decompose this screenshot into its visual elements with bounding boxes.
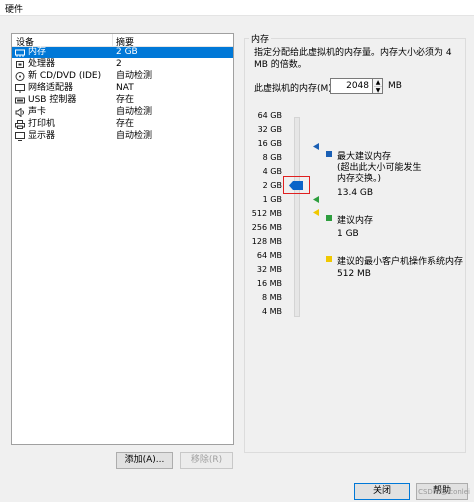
scale-label: 64 MB bbox=[256, 251, 282, 260]
scale-label: 4 GB bbox=[262, 167, 282, 176]
scale-label: 32 MB bbox=[256, 265, 282, 274]
max-legend-swatch bbox=[326, 151, 332, 157]
device-summary: 存在 bbox=[116, 95, 135, 105]
device-name: 内存 bbox=[28, 47, 47, 57]
remove-button[interactable]: 移除(R) bbox=[180, 452, 233, 469]
device-name: 处理器 bbox=[28, 59, 56, 69]
scale-label: 64 GB bbox=[257, 111, 282, 120]
device-row-usb[interactable]: USB 控制器 存在 bbox=[12, 95, 233, 106]
device-row-cpu[interactable]: 处理器 2 bbox=[12, 59, 233, 70]
printer-icon bbox=[15, 120, 25, 129]
device-name: 打印机 bbox=[28, 119, 56, 129]
usb-icon bbox=[15, 96, 25, 105]
recommended-legend-swatch bbox=[326, 215, 332, 221]
min-legend-swatch bbox=[326, 256, 332, 262]
highlight-box bbox=[283, 176, 310, 194]
max-legend-title: 最大建议内存 bbox=[337, 152, 392, 162]
memory-input[interactable]: 2048 bbox=[330, 78, 373, 94]
column-divider bbox=[112, 34, 113, 47]
device-name: 网络适配器 bbox=[28, 83, 74, 93]
device-summary: 自动检测 bbox=[116, 131, 153, 141]
device-row-sound[interactable]: 声卡 自动检测 bbox=[12, 107, 233, 118]
scale-label: 8 GB bbox=[262, 153, 282, 162]
memory-icon bbox=[15, 48, 25, 57]
scale-label: 128 MB bbox=[251, 237, 282, 246]
watermark: CSDN @iconlei bbox=[418, 488, 470, 496]
device-row-display[interactable]: 显示器 自动检测 bbox=[12, 131, 233, 142]
memory-unit: MB bbox=[388, 81, 402, 91]
memory-group-title: 内存 bbox=[249, 32, 272, 45]
device-summary: 存在 bbox=[116, 119, 135, 129]
scale-label: 1 GB bbox=[262, 195, 282, 204]
memory-field-label: 此虚拟机的内存(M): bbox=[254, 84, 335, 94]
device-name: USB 控制器 bbox=[28, 95, 77, 105]
scale-label: 2 GB bbox=[262, 181, 282, 190]
device-list-header: 设备 摘要 bbox=[12, 34, 233, 48]
min-legend-value: 512 MB bbox=[337, 269, 371, 279]
recommended-legend-value: 1 GB bbox=[337, 229, 359, 239]
memory-slider-track[interactable] bbox=[294, 117, 300, 317]
device-row-cd-dvd[interactable]: 新 CD/DVD (IDE) 自动检测 bbox=[12, 71, 233, 82]
min-legend-title: 建议的最小客户机操作系统内存 bbox=[337, 257, 464, 267]
scale-label: 256 MB bbox=[251, 223, 282, 232]
device-summary: 自动检测 bbox=[116, 107, 153, 117]
device-summary: NAT bbox=[116, 83, 134, 93]
device-summary: 自动检测 bbox=[116, 71, 153, 81]
scale-label: 4 MB bbox=[261, 307, 282, 316]
device-row-network[interactable]: 网络适配器 NAT bbox=[12, 83, 233, 94]
device-list[interactable]: 设备 摘要 内存 2 GB 处理器 2 新 CD/DVD (IDE) 自动检测 … bbox=[11, 33, 234, 445]
scale-label: 16 GB bbox=[257, 139, 282, 148]
spinner-down-icon[interactable]: ▼ bbox=[374, 86, 382, 94]
device-row-printer[interactable]: 打印机 存在 bbox=[12, 119, 233, 130]
max-legend-value: 13.4 GB bbox=[337, 188, 374, 198]
sound-icon bbox=[15, 107, 25, 118]
scale-label: 512 MB bbox=[251, 209, 282, 218]
recommended-legend-title: 建议内存 bbox=[337, 216, 374, 226]
scale-label: 8 MB bbox=[261, 293, 282, 302]
network-icon bbox=[15, 84, 25, 93]
cd-dvd-icon bbox=[15, 72, 25, 81]
device-summary: 2 GB bbox=[116, 47, 138, 57]
device-name: 新 CD/DVD (IDE) bbox=[28, 71, 102, 81]
max-legend-note: (超出此大小可能发生内存交换。) bbox=[337, 163, 422, 184]
device-name: 声卡 bbox=[28, 107, 47, 117]
scale-label: 32 GB bbox=[257, 125, 282, 134]
display-icon bbox=[15, 132, 25, 141]
window-title: 硬件 bbox=[5, 5, 24, 15]
device-row-memory[interactable]: 内存 2 GB bbox=[12, 47, 233, 58]
add-button[interactable]: 添加(A)... bbox=[116, 452, 173, 469]
title-bar: 硬件 bbox=[0, 0, 474, 16]
memory-spinner[interactable]: ▲ ▼ bbox=[373, 78, 383, 94]
device-name: 显示器 bbox=[28, 131, 56, 141]
spinner-up-icon[interactable]: ▲ bbox=[374, 79, 382, 86]
device-summary: 2 bbox=[116, 59, 122, 69]
close-button[interactable]: 关闭 bbox=[354, 483, 410, 500]
memory-description: 指定分配给此虚拟机的内存量。内存大小必须为 4 MB 的倍数。 bbox=[254, 48, 452, 70]
scale-label: 16 MB bbox=[256, 279, 282, 288]
cpu-icon bbox=[15, 60, 25, 69]
